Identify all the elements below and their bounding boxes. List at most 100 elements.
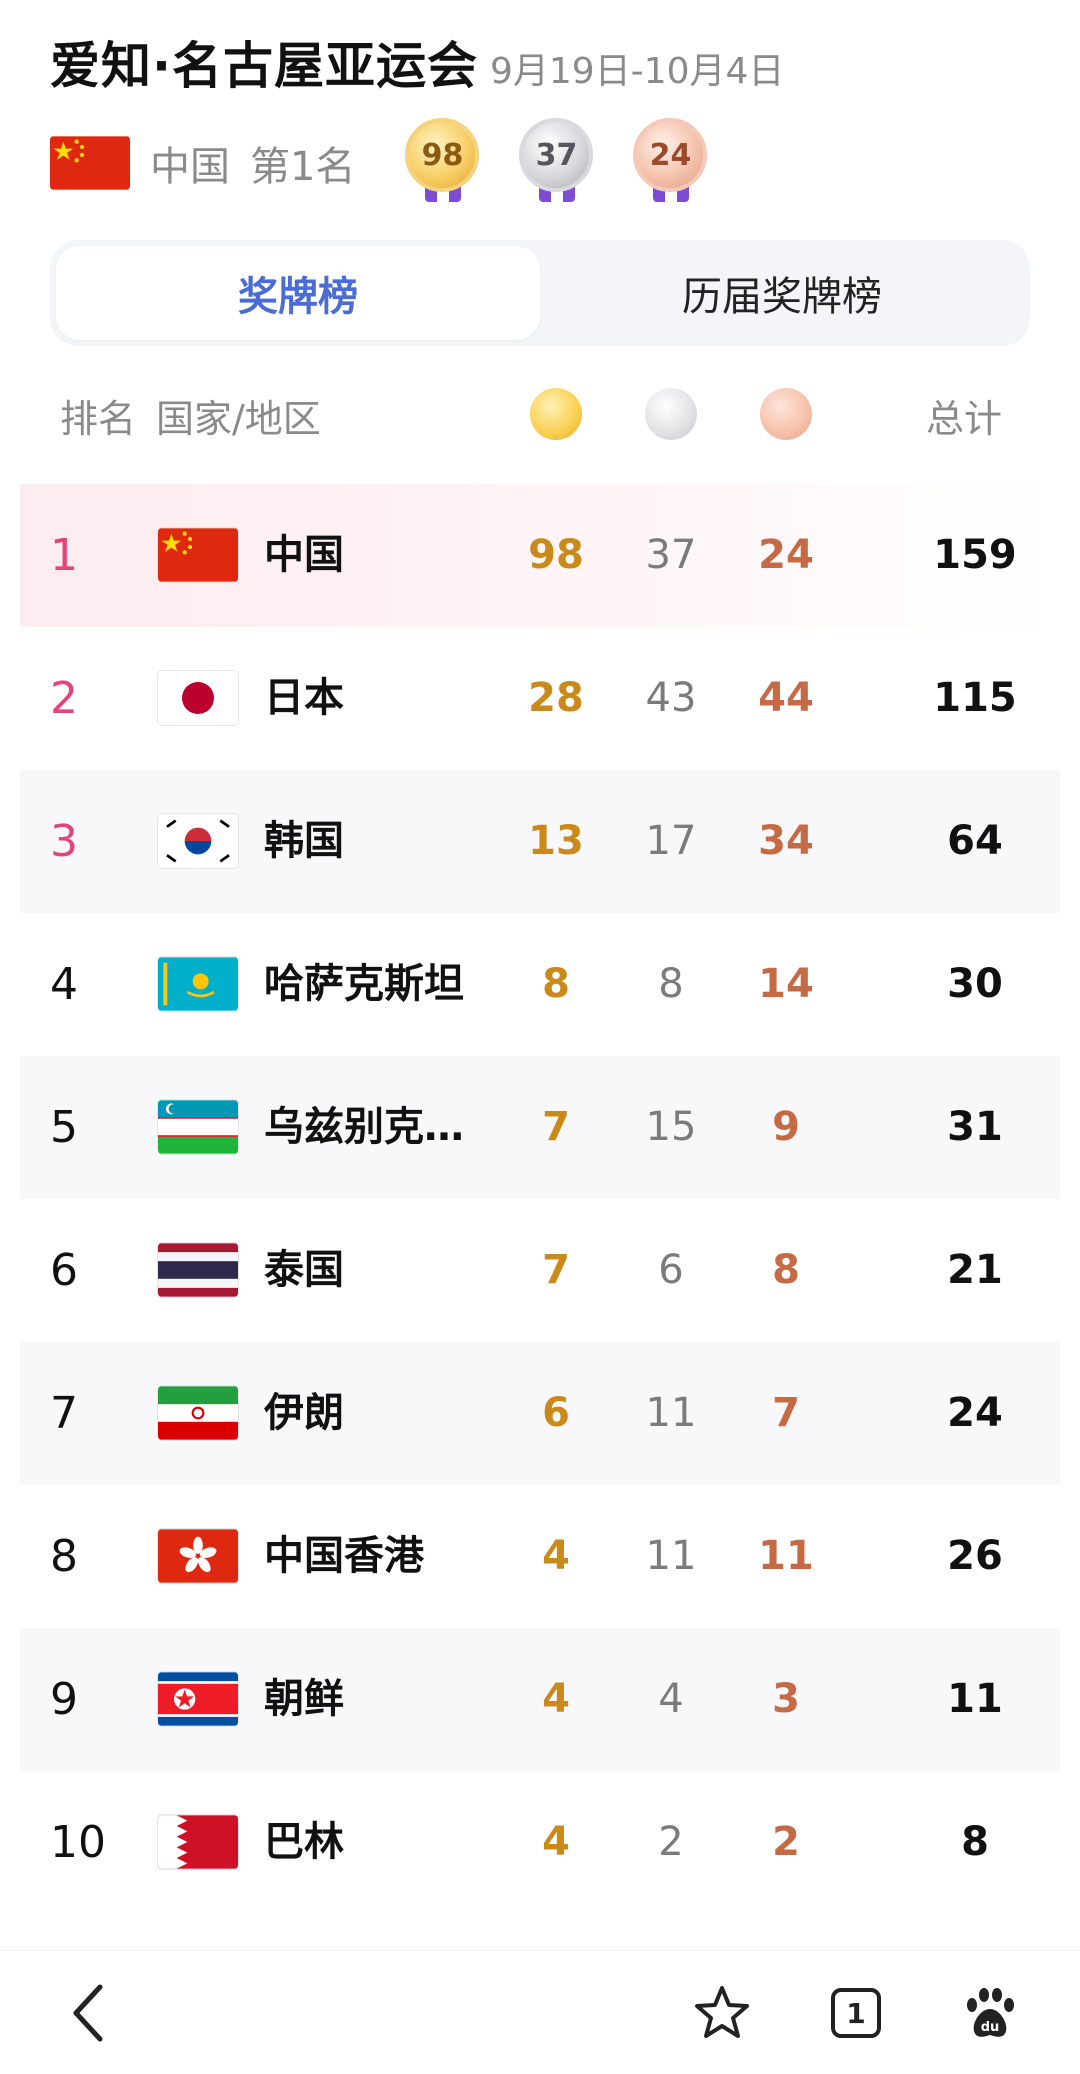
country-summary[interactable]: 中国 第1名 98 37 24: [50, 118, 711, 208]
bronze-medal-count: 24: [633, 118, 708, 192]
row-country: 哈萨克斯坦: [264, 961, 464, 1007]
column-country: 国家/地区: [156, 397, 321, 441]
row-total: 115: [933, 675, 1017, 721]
row-country: 乌兹别克…: [264, 1104, 464, 1150]
row-rank: 1: [50, 530, 78, 581]
row-rank: 5: [50, 1102, 78, 1153]
row-gold: 4: [542, 1533, 570, 1579]
event-dates: 9月19日-10月4日: [490, 51, 785, 92]
thailand-flag-icon: [158, 1243, 238, 1297]
row-rank: 2: [50, 673, 78, 724]
uzbekistan-flag-icon: [158, 1100, 238, 1154]
table-row[interactable]: 1 中国 98 37 24 159: [20, 484, 1060, 627]
row-rank: 9: [50, 1674, 78, 1725]
row-silver: 15: [645, 1104, 697, 1150]
row-gold: 8: [542, 961, 570, 1007]
column-total: 总计: [926, 397, 1003, 441]
row-country: 泰国: [264, 1247, 344, 1293]
silver-medal-icon: [645, 388, 697, 440]
china-flag-icon: [158, 528, 238, 582]
row-rank: 3: [50, 816, 78, 867]
row-total: 24: [947, 1390, 1003, 1436]
row-total: 8: [961, 1819, 989, 1865]
favorite-button[interactable]: [690, 1981, 754, 2045]
bahrain-flag-icon: [158, 1815, 238, 1869]
row-country: 巴林: [264, 1819, 344, 1865]
table-row[interactable]: 4 哈萨克斯坦 8 8 14 30: [20, 913, 1060, 1056]
iran-flag-icon: [158, 1386, 238, 1440]
row-gold: 6: [542, 1390, 570, 1436]
table-row[interactable]: 10 巴林 4 2 2 8: [20, 1771, 1060, 1914]
tab-count: 1: [846, 1996, 866, 2030]
row-bronze: 7: [772, 1390, 800, 1436]
row-bronze: 34: [758, 818, 814, 864]
tabs-icon: 1: [831, 1988, 881, 2038]
row-bronze: 24: [758, 532, 814, 578]
north-korea-flag-icon: [158, 1672, 238, 1726]
row-bronze: 8: [772, 1247, 800, 1293]
table-row[interactable]: 9 朝鲜 4 4 3 11: [20, 1628, 1060, 1771]
japan-flag-icon: [158, 671, 238, 725]
row-gold: 7: [542, 1247, 570, 1293]
row-rank: 4: [50, 959, 78, 1010]
row-silver: 11: [645, 1533, 697, 1579]
table-row[interactable]: 3 韩国 13 17 34 64: [20, 770, 1060, 913]
row-total: 64: [947, 818, 1003, 864]
tab-historical-medal-table[interactable]: 历届奖牌榜: [540, 246, 1024, 340]
row-gold: 4: [542, 1819, 570, 1865]
row-total: 159: [933, 532, 1017, 578]
baidu-button[interactable]: du: [958, 1981, 1022, 2045]
row-bronze: 44: [758, 675, 814, 721]
table-row[interactable]: 2 日本 28 43 44 115: [20, 627, 1060, 770]
back-arrow-icon: [73, 1984, 103, 2042]
row-total: 11: [947, 1676, 1003, 1722]
row-country: 伊朗: [264, 1390, 344, 1436]
china-flag-icon: [50, 136, 130, 190]
row-country: 韩国: [264, 818, 344, 864]
silver-medal-count: 37: [519, 118, 594, 192]
tab-bar: 奖牌榜 历届奖牌榜: [50, 240, 1030, 346]
bottom-navigation-bar: 1 du: [0, 1950, 1080, 2074]
row-gold: 13: [528, 818, 584, 864]
row-total: 26: [947, 1533, 1003, 1579]
row-total: 21: [947, 1247, 1003, 1293]
row-silver: 2: [658, 1819, 684, 1865]
bronze-medal-badge: 24: [629, 118, 711, 208]
paw-icon: du: [967, 1988, 1014, 2037]
gold-medal-icon: [530, 388, 582, 440]
star-icon: [695, 1986, 749, 2038]
row-silver: 4: [658, 1676, 684, 1722]
row-gold: 7: [542, 1104, 570, 1150]
row-bronze: 3: [772, 1676, 800, 1722]
row-bronze: 14: [758, 961, 814, 1007]
back-button[interactable]: [56, 1981, 120, 2045]
tabs-button[interactable]: 1: [824, 1981, 888, 2045]
row-bronze: 2: [772, 1819, 800, 1865]
row-silver: 6: [658, 1247, 684, 1293]
table-row[interactable]: 5 乌兹别克… 7 15 9 31: [20, 1056, 1060, 1199]
page-header: 爱知·名古屋亚运会 9月19日-10月4日: [50, 26, 1040, 95]
silver-medal-badge: 37: [515, 118, 597, 208]
summary-country: 中国: [150, 144, 230, 190]
row-rank: 6: [50, 1245, 78, 1296]
row-rank: 7: [50, 1388, 78, 1439]
table-row[interactable]: 8 中国香港 4 11 11 26: [20, 1485, 1060, 1628]
table-row[interactable]: 7 伊朗 6 11 7 24: [20, 1342, 1060, 1485]
gold-medal-badge: 98: [401, 118, 483, 208]
row-country: 朝鲜: [264, 1676, 344, 1722]
row-total: 30: [947, 961, 1003, 1007]
row-gold: 98: [528, 532, 584, 578]
hong-kong-flag-icon: [158, 1529, 238, 1583]
tab-medal-table[interactable]: 奖牌榜: [56, 246, 540, 340]
table-header: 排名 国家/地区 总计: [0, 370, 1080, 456]
row-silver: 43: [645, 675, 697, 721]
row-rank: 8: [50, 1531, 78, 1582]
page-title: 爱知·名古屋亚运会: [50, 37, 478, 95]
row-country: 中国: [264, 532, 344, 578]
row-silver: 11: [645, 1390, 697, 1436]
table-row[interactable]: 6 泰国 7 6 8 21: [20, 1199, 1060, 1342]
korea-flag-icon: [158, 814, 238, 868]
row-silver: 8: [658, 961, 684, 1007]
gold-medal-count: 98: [405, 118, 480, 192]
row-silver: 17: [645, 818, 697, 864]
